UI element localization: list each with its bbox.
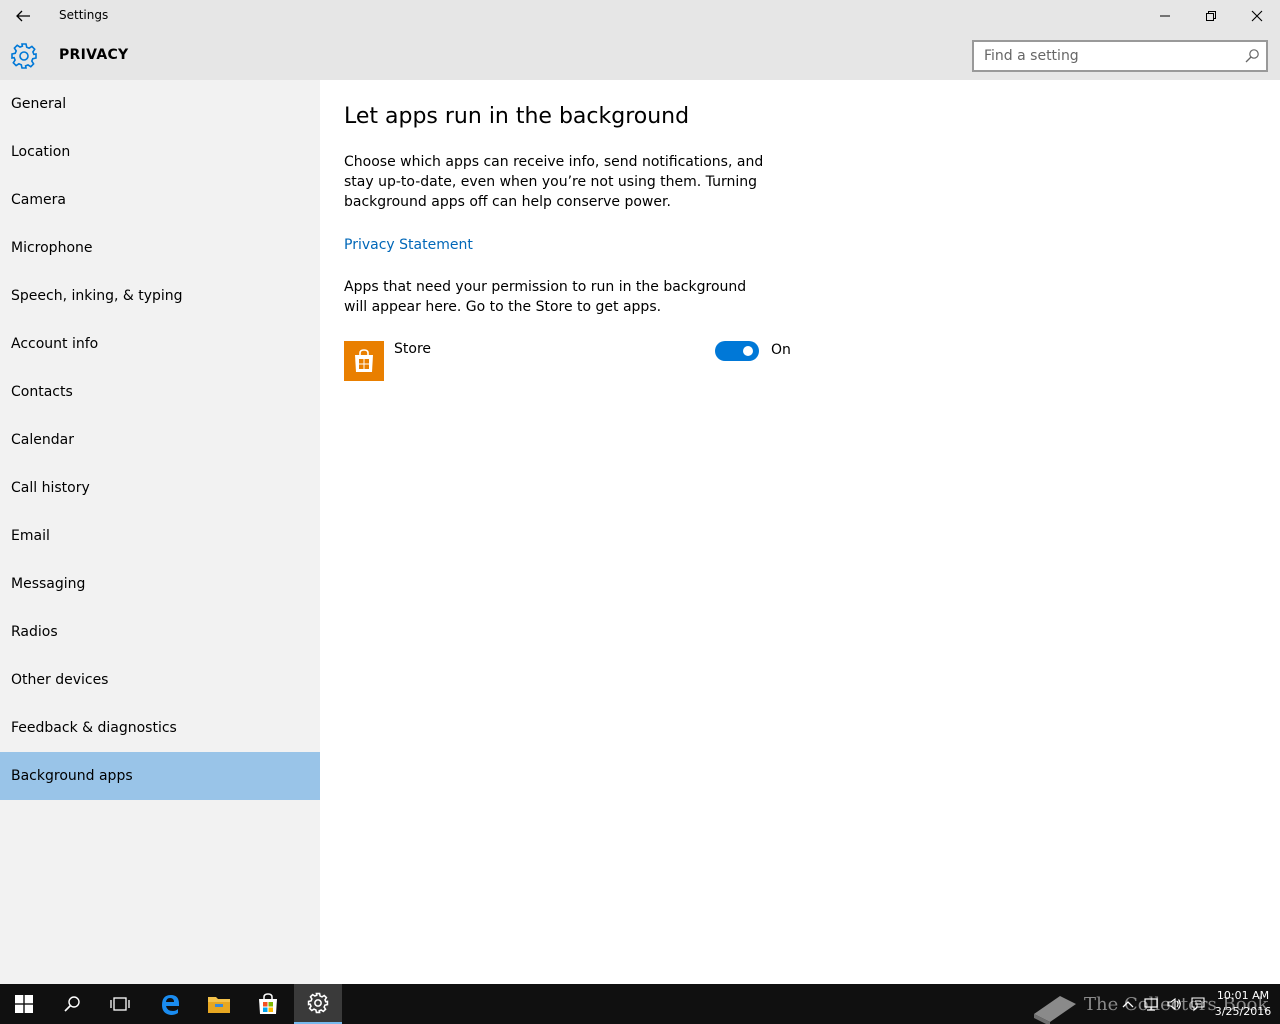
network-icon[interactable] xyxy=(1143,996,1159,1012)
task-view-icon xyxy=(110,997,130,1011)
store-bag-icon xyxy=(259,993,277,1014)
sidebar-item-label: Call history xyxy=(11,480,90,496)
settings-taskbar-button[interactable] xyxy=(294,984,342,1024)
sidebar-item-label: Calendar xyxy=(11,432,74,448)
sidebar-item-call-history[interactable]: Call history xyxy=(0,464,320,512)
sidebar-item-label: Email xyxy=(11,528,50,544)
store-background-toggle[interactable] xyxy=(715,341,759,361)
file-explorer-button[interactable] xyxy=(195,984,243,1024)
search-icon[interactable] xyxy=(1244,48,1260,64)
settings-header: PRIVACY xyxy=(0,32,1280,80)
search-input[interactable] xyxy=(974,42,1236,70)
sidebar-item-label: Speech, inking, & typing xyxy=(11,288,183,304)
title-bar: Settings xyxy=(0,0,1280,32)
start-button[interactable] xyxy=(0,984,48,1024)
sidebar-item-label: Feedback & diagnostics xyxy=(11,720,177,736)
minimize-button[interactable] xyxy=(1142,0,1188,32)
store-taskbar-button[interactable] xyxy=(244,984,292,1024)
sidebar-item-label: Camera xyxy=(11,192,66,208)
sidebar-item-other-devices[interactable]: Other devices xyxy=(0,656,320,704)
sidebar-item-label: General xyxy=(11,96,67,112)
task-view-button[interactable] xyxy=(96,984,144,1024)
gear-icon xyxy=(11,43,37,69)
toggle-knob xyxy=(743,346,753,356)
close-button[interactable] xyxy=(1234,0,1280,32)
taskbar-clock[interactable]: 10:01 AM 3/25/2016 xyxy=(1212,988,1274,1020)
store-bag-icon xyxy=(344,341,384,381)
app-name-store: Store xyxy=(394,341,432,357)
sidebar-item-messaging[interactable]: Messaging xyxy=(0,560,320,608)
search-icon xyxy=(64,996,80,1012)
taskbar-search-button[interactable] xyxy=(48,984,96,1024)
action-center-icon[interactable] xyxy=(1190,996,1206,1012)
book-logo-icon xyxy=(1034,996,1076,1024)
chevron-up-icon[interactable] xyxy=(1120,996,1136,1012)
sidebar-item-contacts[interactable]: Contacts xyxy=(0,368,320,416)
sidebar-item-label: Location xyxy=(11,144,71,160)
permission-text: Apps that need your permission to run in… xyxy=(344,279,747,315)
volume-icon[interactable] xyxy=(1166,996,1182,1012)
windows-logo-icon xyxy=(15,995,33,1013)
section-title: PRIVACY xyxy=(59,47,129,63)
back-arrow-icon xyxy=(16,10,30,22)
sidebar-item-label: Microphone xyxy=(11,240,93,256)
sidebar-item-label: Messaging xyxy=(11,576,86,592)
page-description: Choose which apps can receive info, send… xyxy=(344,154,764,210)
sidebar-item-email[interactable]: Email xyxy=(0,512,320,560)
page-title: Let apps run in the background xyxy=(344,104,690,129)
sidebar-item-feedback[interactable]: Feedback & diagnostics xyxy=(0,704,320,752)
close-icon xyxy=(1251,10,1263,22)
restore-icon xyxy=(1206,11,1216,21)
taskbar: The Collectors Book 10:01 AM 3/25/2016 xyxy=(0,984,1280,1024)
sidebar-item-label: Other devices xyxy=(11,672,109,688)
sidebar-item-label: Radios xyxy=(11,624,58,640)
window-title: Settings xyxy=(59,8,109,22)
restore-button[interactable] xyxy=(1188,0,1234,32)
sidebar-item-general[interactable]: General xyxy=(0,80,320,128)
edge-icon xyxy=(162,995,179,1015)
sidebar-item-speech[interactable]: Speech, inking, & typing xyxy=(0,272,320,320)
sidebar-item-location[interactable]: Location xyxy=(0,128,320,176)
clock-date: 3/25/2016 xyxy=(1214,1005,1272,1018)
clock-time: 10:01 AM xyxy=(1216,989,1270,1002)
sidebar-item-background-apps[interactable]: Background apps xyxy=(0,752,320,800)
sidebar: General Location Camera Microphone Speec… xyxy=(0,80,320,984)
sidebar-item-label: Background apps xyxy=(11,768,133,784)
privacy-statement-link[interactable]: Privacy Statement xyxy=(344,237,473,253)
back-button[interactable] xyxy=(0,0,46,32)
sidebar-item-radios[interactable]: Radios xyxy=(0,608,320,656)
search-box[interactable] xyxy=(972,40,1268,72)
toggle-state-label: On xyxy=(771,342,791,358)
sidebar-item-label: Contacts xyxy=(11,384,73,400)
folder-icon xyxy=(208,997,230,1013)
gear-icon xyxy=(307,992,329,1014)
sidebar-item-label: Account info xyxy=(11,336,99,352)
sidebar-item-account-info[interactable]: Account info xyxy=(0,320,320,368)
sidebar-item-calendar[interactable]: Calendar xyxy=(0,416,320,464)
sidebar-item-microphone[interactable]: Microphone xyxy=(0,224,320,272)
sidebar-item-camera[interactable]: Camera xyxy=(0,176,320,224)
minimize-icon xyxy=(1160,15,1170,17)
store-logo-icon xyxy=(355,349,373,372)
edge-browser-button[interactable] xyxy=(146,984,194,1024)
